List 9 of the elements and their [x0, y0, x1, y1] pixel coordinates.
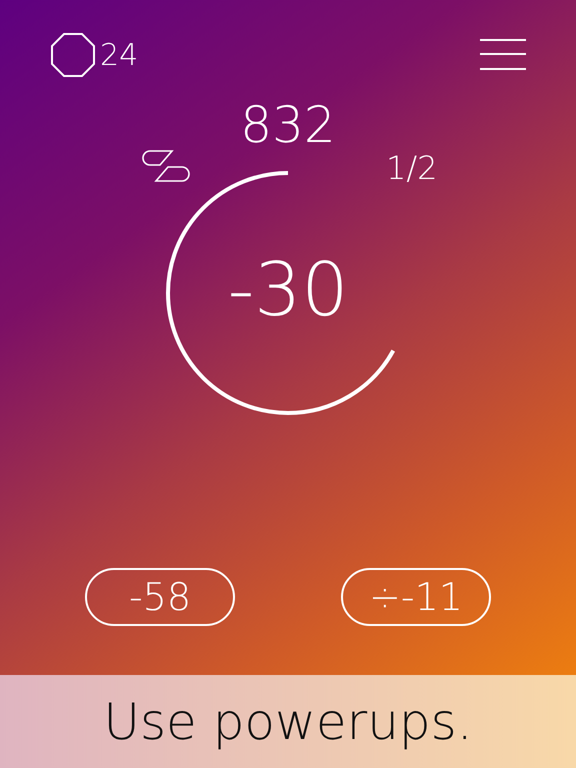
round-counter: 1/2 — [386, 152, 438, 184]
score: 832 — [240, 100, 336, 150]
hint-banner: Use powerups. — [0, 675, 576, 768]
powerup-button[interactable]: -58 — [85, 568, 235, 626]
powerup-button[interactable]: ÷-11 — [341, 568, 491, 626]
menu-icon[interactable] — [480, 38, 526, 72]
octagon-icon — [50, 32, 96, 78]
moves-count: 24 — [100, 38, 138, 72]
target-value: -30 — [228, 253, 348, 328]
